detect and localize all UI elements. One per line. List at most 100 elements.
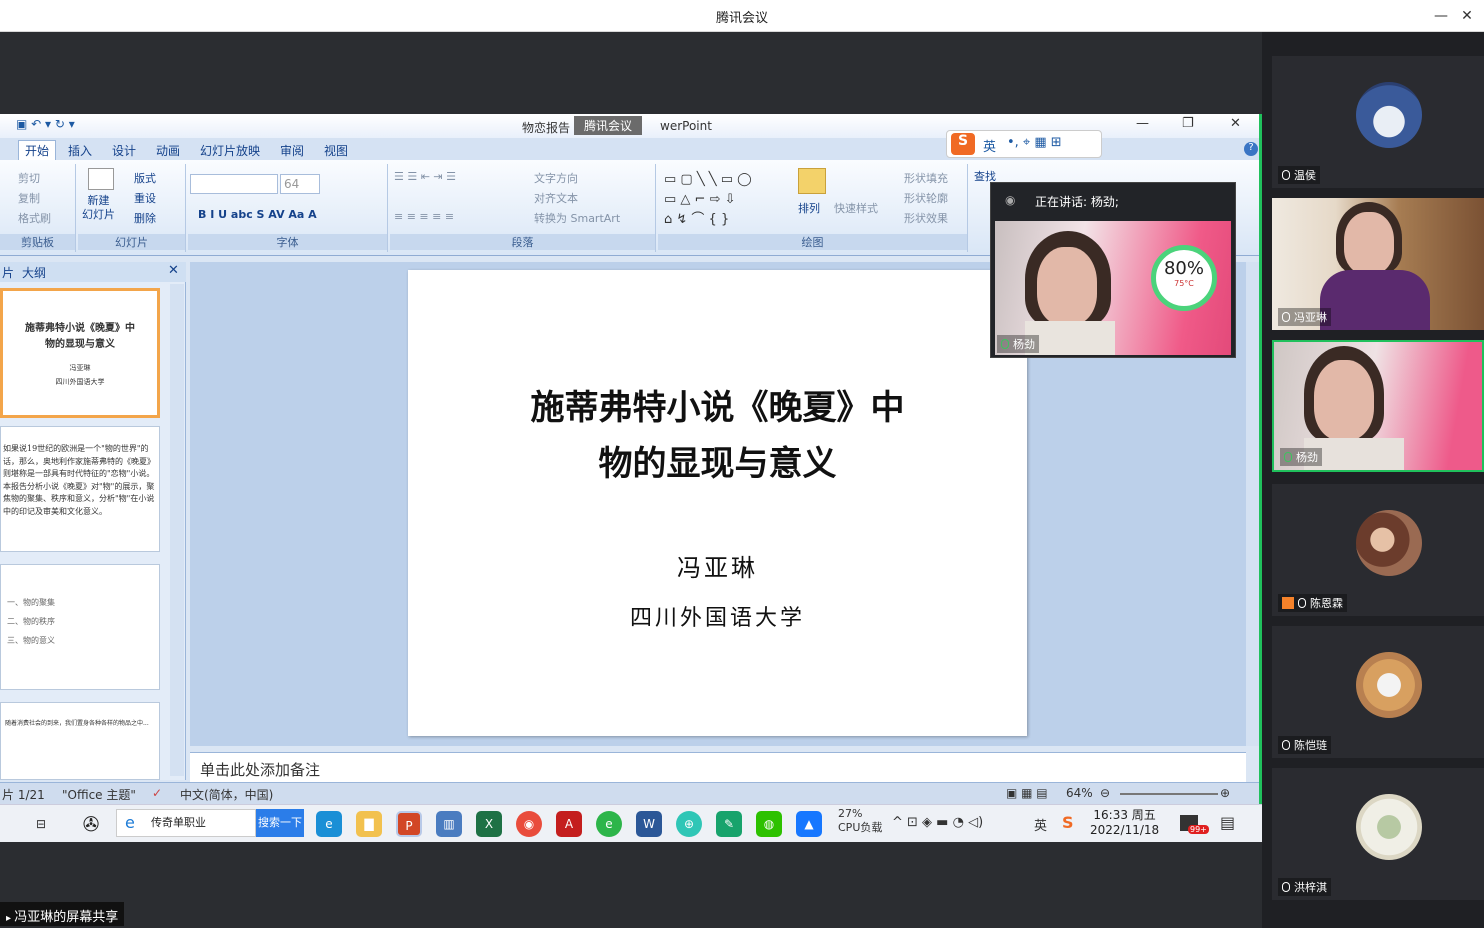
tab-animation[interactable]: 动画 [156, 142, 180, 159]
thumbnail-scrollbar[interactable] [170, 284, 184, 776]
arrange-button[interactable]: 排列 [798, 200, 820, 216]
tab-design[interactable]: 设计 [112, 142, 136, 159]
tab-outline[interactable]: 大纲 [22, 264, 46, 281]
pane-close-icon[interactable]: ✕ [168, 263, 179, 278]
action-center-icon[interactable]: ▤ [1220, 813, 1235, 832]
task-view-icon[interactable]: ⊟ [28, 811, 54, 837]
shape-outline-button[interactable]: 形状轮廓 [904, 190, 948, 206]
tray-ime[interactable]: 英 [1034, 815, 1047, 834]
app-icon[interactable]: ⊕ [676, 811, 702, 837]
slide-thumbnail-2[interactable]: 如果说19世纪的欧洲是一个"物的世界"的话，那么，奥地利作家施蒂弗特的《晚夏》则… [0, 426, 160, 552]
spellcheck-icon[interactable]: ✓ [152, 786, 162, 800]
slide-thumbnail-4[interactable]: 随着消费社会的到来，我们置身各种各样的物品之中... [0, 702, 160, 780]
close-button[interactable]: ✕ [1456, 5, 1478, 27]
zoom-in-button[interactable]: ⊕ [1220, 786, 1230, 800]
ime-tools-icons[interactable]: •, ⌖ ▦ ⊞ [1007, 135, 1062, 150]
font-style-buttons[interactable]: B I U abc S AV Aa A [198, 208, 317, 221]
ime-toolbar[interactable]: S 英 •, ⌖ ▦ ⊞ [946, 130, 1102, 158]
quick-access-toolbar[interactable]: ▣ ↶ ▾ ↻ ▾ [16, 117, 75, 131]
slide-university: 四川外国语大学 [629, 606, 805, 631]
window-titlebar: 腾讯会议 — ✕ [0, 0, 1484, 32]
excel-icon[interactable]: X [476, 811, 502, 837]
taskbar-search-button[interactable]: 搜索一下 [256, 809, 304, 837]
shapes-gallery[interactable]: ▭ ▢ ╲ ╲ ▭ ◯ ▭ △ ⌐ ⇨ ⇩ ⌂ ↯ ⌒ { } [664, 170, 752, 230]
participant-tile[interactable]: 陈恺琏 [1272, 626, 1484, 758]
folder-icon[interactable]: ▇ [356, 811, 382, 837]
speaker-video: 80% 75°C 杨劲 [995, 221, 1231, 355]
participant-tile-video[interactable]: 冯亚琳 [1272, 198, 1484, 330]
ppt-close-button[interactable]: ✕ [1230, 116, 1241, 131]
reset-button[interactable]: 重设 [134, 190, 156, 206]
notes-pane[interactable]: 单击此处添加备注 [190, 752, 1246, 782]
tab-review[interactable]: 审阅 [280, 142, 304, 159]
share-arrow-icon: ▸ [6, 913, 15, 924]
tab-slides[interactable]: 片 [2, 264, 14, 281]
video-face [1314, 360, 1374, 440]
zoom-out-button[interactable]: ⊖ [1100, 786, 1110, 800]
ppt-restore-button[interactable]: ❐ [1182, 116, 1194, 131]
ppt-title-right: werPoint [660, 119, 712, 133]
slide-thumbnail-1[interactable]: 施蒂弗特小说《晚夏》中 物的显现与意义 冯亚琳 四川外国语大学 [0, 288, 160, 418]
cut-button[interactable]: 剪切 [18, 170, 40, 186]
text-direction-button[interactable]: 文字方向 [534, 170, 578, 186]
active-speaker-window[interactable]: ◉ 正在讲话: 杨劲; 80% 75°C 杨劲 [990, 182, 1236, 358]
pdf-icon[interactable]: A [556, 811, 582, 837]
mic-muted-icon [1282, 740, 1290, 750]
ink-app-icon[interactable]: ✎ [716, 811, 742, 837]
language: 中文(简体，中国) [180, 788, 274, 802]
copy-button[interactable]: 复制 [18, 190, 40, 206]
drawing-group: ▭ ▢ ╲ ╲ ▭ ◯ ▭ △ ⌐ ⇨ ⇩ ⌂ ↯ ⌒ { } 排列 快速样式 形状… [658, 164, 968, 252]
participant-tile[interactable]: 陈恩霖 [1272, 484, 1484, 616]
wechat-icon[interactable]: ◍ [756, 811, 782, 837]
sogou-tray-icon[interactable]: S [1062, 813, 1074, 832]
format-painter-button[interactable]: 格式刷 [18, 210, 51, 226]
align-buttons[interactable]: ≡ ≡ ≡ ≡ ≡ [394, 210, 454, 223]
meeting-app-icon[interactable]: ▲ [796, 811, 822, 837]
word-icon[interactable]: W [636, 811, 662, 837]
notification-badge: 99+ [1188, 825, 1209, 834]
participant-tile[interactable]: 洪梓淇 [1272, 768, 1484, 900]
minimize-button[interactable]: — [1430, 5, 1452, 27]
taskbar-search-input[interactable]: e 传奇单职业 [116, 809, 256, 837]
video-body [1320, 270, 1430, 330]
tab-slideshow[interactable]: 幻灯片放映 [200, 142, 260, 159]
taskbar-clock[interactable]: 16:33 周五 2022/11/18 [1090, 808, 1159, 838]
slide-counter: 片 1/21 [2, 788, 45, 802]
smartart-button[interactable]: 转换为 SmartArt [534, 210, 620, 226]
participant-tile-speaking[interactable]: 杨劲 [1272, 340, 1484, 472]
help-icon[interactable]: ? [1244, 142, 1258, 156]
ime-mode[interactable]: 英 [983, 136, 996, 155]
arrange-icon [798, 168, 826, 194]
pinwheel-icon[interactable]: ✇ [78, 811, 104, 837]
edge-icon[interactable]: e [316, 811, 342, 837]
browser-icon[interactable]: e [596, 811, 622, 837]
list-buttons[interactable]: ☰ ☰ ⇤ ⇥ ☰ [394, 170, 456, 183]
thumb-item: 二、物的秩序 [7, 617, 55, 626]
align-text-button[interactable]: 对齐文本 [534, 190, 578, 206]
quick-styles-button[interactable]: 快速样式 [834, 200, 878, 216]
tray-icons[interactable]: ^ ⊡ ◈ ▬ ◔ ◁) [892, 815, 983, 830]
slide-title-line2: 物的显现与意义 [598, 444, 837, 484]
ppt-minimize-button[interactable]: — [1136, 116, 1149, 131]
view-buttons[interactable]: ▣ ▦ ▤ [1006, 786, 1048, 800]
color-app-icon[interactable]: ◉ [516, 811, 542, 837]
shape-fill-button[interactable]: 形状填充 [904, 170, 948, 186]
tab-home[interactable]: 开始 [18, 140, 57, 160]
zoom-slider[interactable] [1120, 793, 1218, 795]
tab-insert[interactable]: 插入 [68, 142, 92, 159]
library-icon[interactable]: ▥ [436, 811, 462, 837]
new-slide-button[interactable]: 新建 幻灯片 [82, 194, 115, 222]
current-slide[interactable]: 施蒂弗特小说《晚夏》中 物的显现与意义 冯亚琳 四川外国语大学 [408, 270, 1027, 736]
slide-thumbnail-3[interactable]: 一、物的聚集 二、物的秩序 三、物的意义 [0, 564, 160, 690]
font-size-input[interactable]: 64 [280, 174, 320, 194]
delete-button[interactable]: 删除 [134, 210, 156, 226]
slide-scrollbar[interactable] [1246, 262, 1259, 746]
tab-view[interactable]: 视图 [324, 142, 348, 159]
font-name-input[interactable] [190, 174, 278, 194]
layout-button[interactable]: 版式 [134, 170, 156, 186]
shape-effects-button[interactable]: 形状效果 [904, 210, 948, 226]
powerpoint-icon[interactable]: P [396, 811, 422, 837]
slides-label: 幻灯片 [78, 234, 185, 250]
clock-time: 16:33 周五 [1093, 808, 1156, 822]
participant-tile[interactable]: 温侯 [1272, 56, 1484, 188]
